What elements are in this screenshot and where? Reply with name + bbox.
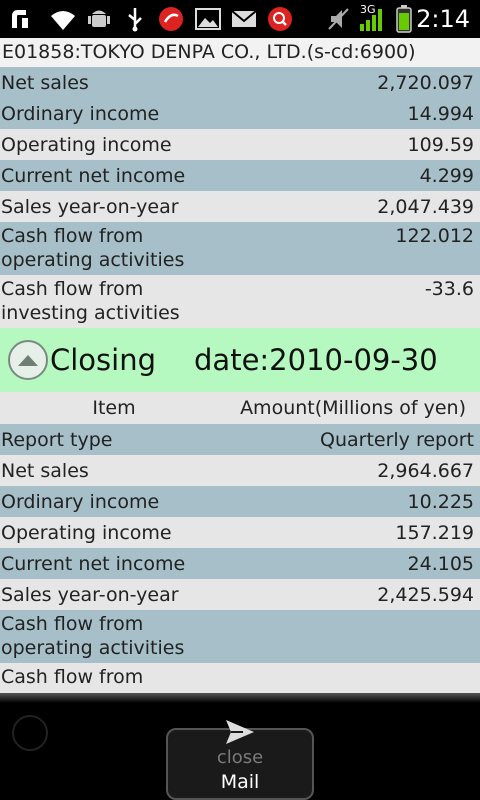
- row-label: Current net income: [1, 552, 186, 575]
- collapse-button[interactable]: [8, 340, 48, 380]
- table-row: Sales year-on-year 2,425.594: [0, 579, 480, 610]
- battery-icon: [396, 5, 412, 33]
- table-row: Sales year-on-year 2,047.439: [0, 191, 480, 222]
- report-rows-current: Report type Quarterly report Net sales 2…: [0, 424, 480, 693]
- closing-label: Closing: [50, 343, 157, 377]
- table-row: Operating income 109.59: [0, 129, 480, 160]
- row-value: 2,720.097: [377, 71, 474, 94]
- closing-date-header[interactable]: Closing date:2010-09-30: [0, 328, 480, 392]
- mail-label: Mail: [220, 771, 260, 793]
- row-label: Net sales: [1, 459, 89, 482]
- content-area[interactable]: E01858:TOKYO DENPA CO., LTD.(s-cd:6900) …: [0, 38, 480, 693]
- table-row: Ordinary income 10.225: [0, 486, 480, 517]
- row-label: Net sales: [1, 71, 89, 94]
- row-label: Operating income: [1, 133, 172, 156]
- row-label: Sales year-on-year: [1, 583, 179, 606]
- signal-icon: 3G: [358, 3, 386, 32]
- row-label: Cash flow from operating activities: [1, 225, 185, 271]
- chevron-up-icon: [18, 355, 38, 366]
- notification-icon: [8, 6, 36, 32]
- row-value: 24.105: [407, 552, 474, 575]
- row-value: 122.012: [395, 225, 474, 247]
- send-icon: [226, 720, 254, 744]
- company-header: E01858:TOKYO DENPA CO., LTD.(s-cd:6900): [0, 38, 480, 67]
- row-value: 157.219: [395, 521, 474, 544]
- mute-icon: [326, 6, 352, 32]
- clock: 2:14: [416, 5, 470, 33]
- row-label: Cash flow from investing activities: [1, 278, 180, 324]
- row-value: 10.225: [407, 490, 474, 513]
- wifi-icon: [48, 6, 78, 32]
- table-row: Net sales 2,720.097: [0, 67, 480, 98]
- status-bar: 3G 2:14: [0, 0, 480, 38]
- row-label: Cash flow from operating activities: [1, 613, 185, 659]
- table-row: Ordinary income 14.994: [0, 98, 480, 129]
- table-row: Cash flow from operating activities 122.…: [0, 222, 480, 275]
- row-value: 14.994: [407, 102, 474, 125]
- row-label: Ordinary income: [1, 102, 160, 125]
- column-header-item: Item: [92, 397, 136, 419]
- table-row: Current net income 24.105: [0, 548, 480, 579]
- image-icon: [194, 6, 222, 32]
- row-value: Quarterly report: [320, 428, 474, 451]
- row-label: Sales year-on-year: [1, 195, 179, 218]
- table-row: Cash flow from investing activities -33.…: [0, 275, 480, 328]
- table-row: Current net income 4.299: [0, 160, 480, 191]
- app-icon: [156, 6, 186, 32]
- row-label: Ordinary income: [1, 490, 160, 513]
- row-value: 2,047.439: [377, 195, 474, 218]
- row-value: 109.59: [407, 133, 474, 156]
- network-type: 3G: [360, 3, 376, 16]
- bottom-bar: close Mail: [0, 693, 480, 800]
- android-icon: [86, 6, 112, 32]
- row-label: Current net income: [1, 164, 186, 187]
- table-row: Cash flow from operating activities: [0, 610, 480, 663]
- row-label: Report type: [1, 428, 113, 451]
- search-icon: [266, 6, 294, 32]
- report-rows-previous: Net sales 2,720.097 Ordinary income 14.9…: [0, 67, 480, 328]
- row-value: 2,425.594: [377, 583, 474, 606]
- table-row: Operating income 157.219: [0, 517, 480, 548]
- row-value: 4.299: [419, 164, 474, 187]
- mail-icon: [230, 6, 258, 32]
- column-header-amount: Amount(Millions of yen): [240, 397, 466, 419]
- row-value: 2,964.667: [377, 459, 474, 482]
- close-label: close: [216, 747, 264, 768]
- table-row: Report type Quarterly report: [0, 424, 480, 455]
- table-row: Net sales 2,964.667: [0, 455, 480, 486]
- row-label: Cash flow from investing activities: [1, 666, 180, 693]
- table-row: Cash flow from investing activities: [0, 663, 480, 693]
- row-label: Operating income: [1, 521, 172, 544]
- usb-icon: [124, 6, 146, 32]
- table-header: Item Amount(Millions of yen): [0, 392, 480, 424]
- closing-date: date:2010-09-30: [194, 343, 438, 377]
- circle-icon: [12, 715, 48, 751]
- row-value: -33.6: [424, 278, 474, 300]
